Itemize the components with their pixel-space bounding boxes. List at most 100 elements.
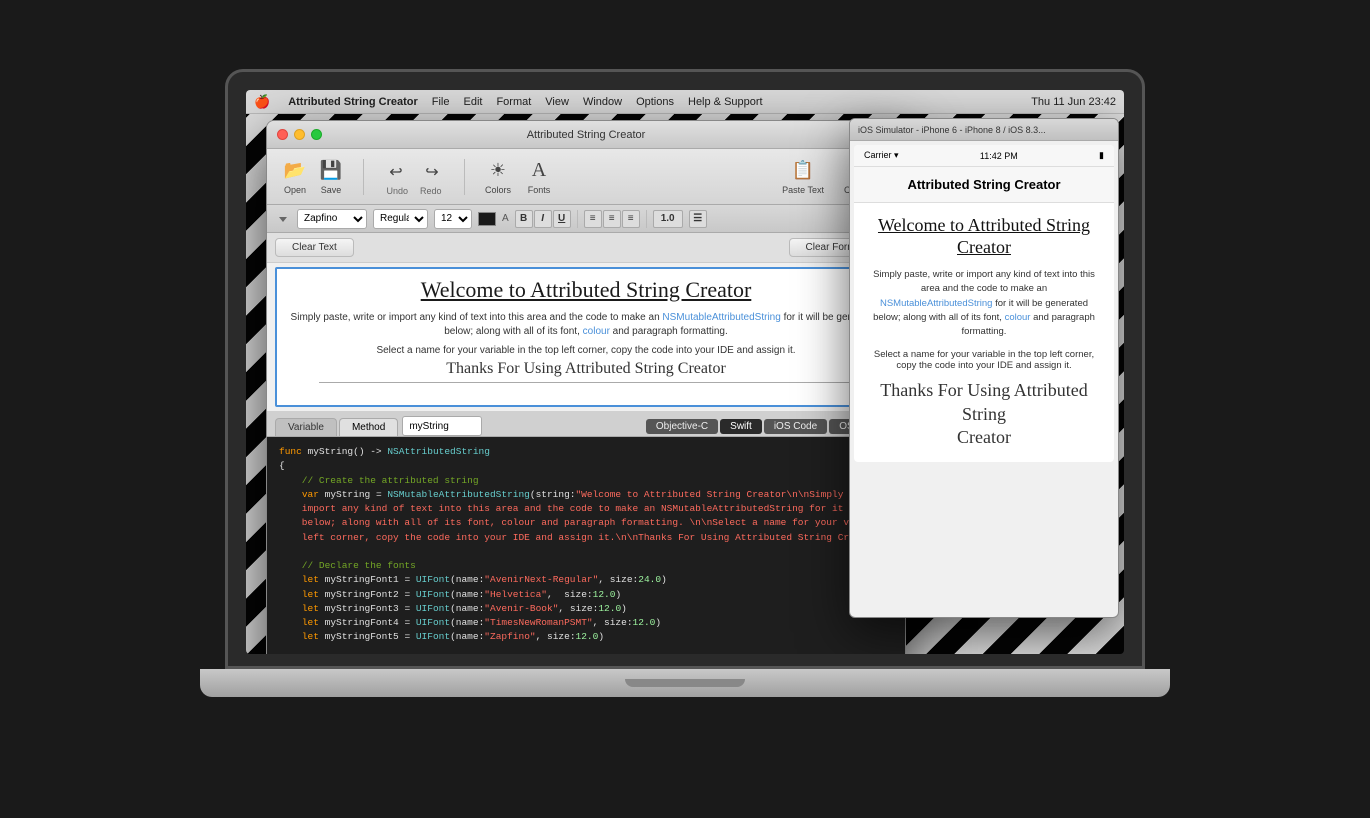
spacing-btn[interactable]: 1.0 — [653, 210, 683, 228]
app-name[interactable]: Attributed String Creator — [288, 96, 418, 108]
menu-help[interactable]: Help & Support — [688, 96, 763, 108]
clear-text-button[interactable]: Clear Text — [275, 238, 354, 257]
preview-body-text3: and paragraph formatting. — [610, 326, 728, 337]
code-line-blank1 — [279, 545, 893, 559]
ios-body-text: Simply paste, write or import any kind o… — [873, 269, 1095, 294]
redo-label: Redo — [420, 186, 442, 196]
save-icon: 💾 — [319, 159, 343, 183]
clearbar: Clear Text Clear Formatting — [267, 233, 905, 263]
tab-method[interactable]: Method — [339, 418, 398, 436]
menu-file[interactable]: File — [432, 96, 450, 108]
menu-view[interactable]: View — [545, 96, 569, 108]
code-line-1: func myString() -> NSAttributedString — [279, 445, 893, 459]
redo-button[interactable]: ↪ — [416, 158, 448, 186]
underline-btn[interactable]: U — [553, 210, 571, 228]
colors-fonts-group: ☀ Colors A Fonts — [481, 157, 555, 197]
colors-button[interactable]: ☀ Colors — [481, 157, 515, 197]
open-save-group: 📂 Open 💾 Save — [279, 157, 347, 197]
ios-window-title: iOS Simulator - iPhone 6 - iPhone 8 / iO… — [858, 125, 1046, 135]
size-select[interactable]: 12 — [434, 209, 472, 229]
menu-format[interactable]: Format — [496, 96, 531, 108]
ios-status-bar: Carrier ▾ 11:42 PM ▮ — [854, 145, 1114, 167]
ios-signature: Thanks For Using Attributed String Creat… — [866, 379, 1102, 449]
laptop-screen: 🍎 Attributed String Creator File Edit Fo… — [225, 69, 1145, 669]
fonts-label: Fonts — [528, 185, 551, 195]
code-line-7: left corner, copy the code into your IDE… — [279, 531, 893, 545]
tab-row: Variable Method Objective-C Swift iOS Co… — [267, 411, 905, 437]
ios-preview-title: Welcome to Attributed String Creator — [866, 215, 1102, 258]
code-line-blank2 — [279, 645, 893, 655]
paste-text-button[interactable]: 📋 Paste Text — [778, 157, 828, 197]
toolbar: 📂 Open 💾 Save ↩ — [267, 149, 905, 205]
code-line-2: { — [279, 459, 893, 473]
list-btn[interactable]: ☰ — [689, 210, 707, 228]
code-line-10: let myStringFont2 = UIFont(name:"Helveti… — [279, 588, 893, 602]
paragraph-align-buttons: ≡ ≡ ≡ — [584, 210, 640, 228]
colors-label: Colors — [485, 185, 511, 195]
ios-carrier: Carrier ▾ — [864, 150, 899, 161]
paste-text-label: Paste Text — [782, 185, 824, 195]
preview-link1: NSMutableAttributedString — [662, 312, 780, 323]
minimize-button[interactable] — [294, 129, 305, 140]
maximize-button[interactable] — [311, 129, 322, 140]
format-icon-a: A — [502, 213, 509, 224]
close-button[interactable] — [277, 129, 288, 140]
fonts-button[interactable]: A Fonts — [523, 157, 555, 197]
undo-label: Undo — [386, 186, 408, 196]
code-line-9: let myStringFont1 = UIFont(name:"AvenirN… — [279, 573, 893, 587]
menu-window[interactable]: Window — [583, 96, 622, 108]
ios-simulator-window: iOS Simulator - iPhone 6 - iPhone 8 / iO… — [849, 118, 1119, 618]
undo-icon: ↩ — [384, 160, 408, 184]
code-line-8: // Declare the fonts — [279, 559, 893, 573]
menubar-time: Thu 11 Jun 23:42 — [1031, 96, 1116, 108]
italic-btn[interactable]: I — [534, 210, 552, 228]
laptop-base — [200, 669, 1170, 697]
colors-icon: ☀ — [486, 159, 510, 183]
ios-colour-link: colour — [1005, 312, 1031, 323]
align-left-btn[interactable]: ≡ — [584, 210, 602, 228]
preview-title: Welcome to Attributed String Creator — [289, 277, 883, 303]
undo-redo-group: ↩ ↪ Undo Redo — [380, 158, 448, 196]
ios-titlebar: iOS Simulator - iPhone 6 - iPhone 8 / iO… — [850, 119, 1118, 141]
traffic-lights — [277, 129, 322, 140]
tab-variable[interactable]: Variable — [275, 418, 337, 436]
font-select[interactable]: Zapfino — [297, 209, 367, 229]
align-buttons: B I U — [515, 210, 571, 228]
menubar: 🍎 Attributed String Creator File Edit Fo… — [246, 90, 1124, 114]
align-right-btn[interactable]: ≡ — [622, 210, 640, 228]
style-select[interactable]: Regular — [373, 209, 428, 229]
text-preview-area[interactable]: Welcome to Attributed String Creator Sim… — [275, 267, 897, 407]
save-button[interactable]: 💾 Save — [315, 157, 347, 197]
app-titlebar: Attributed String Creator — [267, 121, 905, 149]
align-center-btn[interactable]: ≡ — [603, 210, 621, 228]
code-line-6: below; along with all of its font, colou… — [279, 516, 893, 530]
preview-signature: Thanks For Using Attributed String Creat… — [319, 360, 853, 383]
paste-text-icon: 📋 — [791, 159, 815, 183]
ios-sig-line1: Thanks For Using Attributed String — [866, 379, 1102, 426]
ios-content: Welcome to Attributed String Creator Sim… — [854, 203, 1114, 462]
code-line-11: let myStringFont3 = UIFont(name:"Avenir-… — [279, 602, 893, 616]
undo-button[interactable]: ↩ — [380, 158, 412, 186]
preview-body: Simply paste, write or import any kind o… — [289, 311, 883, 339]
window-title: Attributed String Creator — [267, 129, 905, 141]
code-output-area: func myString() -> NSAttributedString { … — [267, 437, 905, 654]
code-line-12: let myStringFont4 = UIFont(name:"TimesNe… — [279, 616, 893, 630]
sep — [577, 210, 578, 228]
color-swatch[interactable] — [478, 212, 496, 226]
formatbar: Zapfino Regular 12 A B I U — [267, 205, 905, 233]
open-button[interactable]: 📂 Open — [279, 157, 311, 197]
ios-select-text: Select a name for your variable in the t… — [866, 349, 1102, 371]
open-label: Open — [284, 185, 306, 195]
code-line-4: var myString = NSMutableAttributedString… — [279, 488, 893, 502]
variable-name-input[interactable] — [402, 416, 482, 436]
tab-swift[interactable]: Swift — [720, 419, 762, 434]
bold-btn[interactable]: B — [515, 210, 533, 228]
menu-options[interactable]: Options — [636, 96, 674, 108]
redo-icon: ↪ — [420, 160, 444, 184]
menu-edit[interactable]: Edit — [463, 96, 482, 108]
fonts-icon: A — [527, 159, 551, 183]
apple-menu[interactable]: 🍎 — [254, 94, 270, 110]
tab-ios-code[interactable]: iOS Code — [764, 419, 827, 434]
tab-objective-c[interactable]: Objective-C — [646, 419, 718, 434]
save-label: Save — [321, 185, 342, 195]
